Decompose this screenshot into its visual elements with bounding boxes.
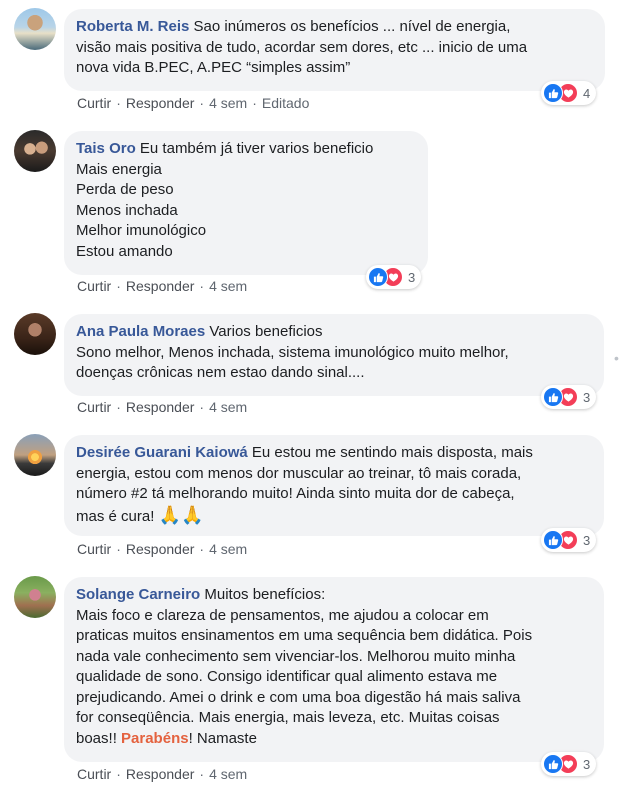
reply-link[interactable]: Responder bbox=[126, 766, 195, 782]
separator: · bbox=[199, 95, 205, 111]
comment-bubble: Solange Carneiro Muitos benefícios: Mais… bbox=[64, 577, 604, 762]
comment-actions: Curtir · Responder · 4 sem bbox=[77, 399, 247, 415]
separator: · bbox=[116, 399, 121, 415]
comment-actions: Curtir · Responder · 4 sem bbox=[77, 766, 247, 782]
reaction-summary[interactable]: 3 bbox=[541, 752, 597, 776]
reply-link[interactable]: Responder bbox=[126, 278, 195, 294]
like-link[interactable]: Curtir bbox=[77, 399, 111, 415]
comment-actions: Curtir · Responder · 4 sem bbox=[77, 278, 247, 294]
comment-text: Varios beneficios bbox=[205, 323, 323, 340]
comment-bubble: Roberta M. Reis Sao inúmeros os benefíci… bbox=[64, 9, 605, 91]
avatar[interactable] bbox=[14, 8, 56, 50]
folded-hands-emoji: 🙏🙏 bbox=[158, 504, 204, 525]
highlighted-word[interactable]: Parabéns bbox=[121, 730, 189, 747]
comment-author[interactable]: Roberta M. Reis bbox=[76, 18, 189, 35]
comment-text-line: mas é cura! bbox=[76, 507, 159, 525]
comment-actions: Curtir · Responder · 4 sem · Editado bbox=[77, 95, 309, 111]
comment-text-line: Mais energia bbox=[76, 160, 162, 178]
separator: · bbox=[116, 95, 121, 111]
edited-label[interactable]: Editado bbox=[262, 95, 309, 111]
comment-text-line: Perda de peso bbox=[76, 181, 174, 198]
reaction-summary[interactable]: 4 bbox=[541, 81, 597, 105]
comment-text: Eu também já tiver varios beneficio bbox=[135, 140, 374, 157]
comment-text-line: ! Namaste bbox=[188, 729, 257, 747]
like-icon bbox=[543, 83, 563, 103]
comment-text: Muitos benefícios: bbox=[200, 586, 326, 603]
separator: · bbox=[199, 541, 205, 557]
comment-text-line: Melhor imunológico bbox=[76, 222, 207, 239]
comment-author[interactable]: Solange Carneiro bbox=[76, 586, 200, 603]
comment-text-line: visão mais positiva de tudo, acordar sem… bbox=[76, 38, 528, 56]
reply-link[interactable]: Responder bbox=[126, 399, 195, 415]
comment-author[interactable]: Ana Paula Moraes bbox=[76, 323, 205, 340]
comment-text: Sao inúmeros os benefícios ... nível de … bbox=[189, 18, 511, 35]
comment-text-line: nova vida B.PEC, A.PEC “simples assim” bbox=[76, 59, 351, 76]
reaction-count: 3 bbox=[583, 389, 591, 405]
comment-text-line: Estou amando bbox=[76, 242, 173, 260]
separator: · bbox=[116, 541, 121, 557]
avatar[interactable] bbox=[14, 130, 56, 172]
comment-text-line: energia, estou com menos dor muscular ao… bbox=[76, 464, 522, 482]
reaction-summary[interactable]: 3 bbox=[366, 265, 422, 289]
avatar[interactable] bbox=[14, 434, 56, 476]
like-link[interactable]: Curtir bbox=[77, 766, 111, 782]
like-icon bbox=[543, 754, 563, 774]
more-options-icon[interactable]: • bbox=[614, 350, 619, 366]
comment-text-line: Mais foco e clareza de pensamentos, me a… bbox=[76, 606, 489, 624]
comment-text-line: doenças crônicas nem estao dando sinal..… bbox=[76, 364, 365, 381]
comment-text-line: Sono melhor, Menos inchada, sistema imun… bbox=[76, 343, 509, 361]
like-link[interactable]: Curtir bbox=[77, 541, 111, 557]
comment-author[interactable]: Tais Oro bbox=[76, 140, 136, 157]
comment-text-line: nada vale conhecimento sem vivenciar-los… bbox=[76, 647, 516, 665]
timestamp[interactable]: 4 sem bbox=[209, 95, 247, 111]
reply-link[interactable]: Responder bbox=[126, 95, 195, 111]
comment-bubble: Tais Oro Eu também já tiver varios benef… bbox=[64, 131, 428, 275]
comment-text-line: número #2 tá melhorando muito! Ainda sin… bbox=[76, 485, 515, 502]
like-link[interactable]: Curtir bbox=[77, 95, 111, 111]
separator: · bbox=[116, 278, 121, 294]
reply-link[interactable]: Responder bbox=[126, 541, 195, 557]
timestamp[interactable]: 4 sem bbox=[209, 541, 247, 557]
reaction-summary[interactable]: 3 bbox=[541, 385, 597, 409]
reaction-count: 3 bbox=[583, 532, 591, 548]
reaction-count: 3 bbox=[408, 269, 416, 285]
reaction-count: 3 bbox=[583, 756, 591, 772]
comment-text-line: Menos inchada bbox=[76, 201, 178, 219]
comment-text-line: boas!! bbox=[76, 729, 122, 747]
comment-actions: Curtir · Responder · 4 sem bbox=[77, 541, 247, 557]
comment-bubble: Ana Paula Moraes Varios beneficios Sono … bbox=[64, 314, 604, 396]
reaction-count: 4 bbox=[583, 85, 591, 101]
avatar[interactable] bbox=[14, 576, 56, 618]
like-icon bbox=[368, 267, 388, 287]
like-link[interactable]: Curtir bbox=[77, 278, 111, 294]
comment-text-line: prejudicando. Amei o drink e com uma boa… bbox=[76, 688, 521, 706]
comment-text-line: qualidade de sono. Consigo identificar q… bbox=[76, 668, 498, 685]
like-icon bbox=[543, 387, 563, 407]
separator: · bbox=[199, 278, 205, 294]
comment-bubble: Desirée Guarani Kaiowá Eu estou me senti… bbox=[64, 435, 604, 536]
avatar[interactable] bbox=[14, 313, 56, 355]
comment-text-line: for conseqüência. Mais energia, mais lev… bbox=[76, 709, 500, 726]
comment-text-line: praticas muitos ensinamentos em uma sequ… bbox=[76, 627, 533, 644]
separator: · bbox=[252, 95, 257, 111]
comment-text: Eu estou me sentindo mais disposta, mais bbox=[247, 444, 533, 461]
separator: · bbox=[199, 399, 205, 415]
timestamp[interactable]: 4 sem bbox=[209, 399, 247, 415]
comment-author[interactable]: Desirée Guarani Kaiowá bbox=[76, 444, 248, 461]
timestamp[interactable]: 4 sem bbox=[209, 766, 247, 782]
separator: · bbox=[199, 766, 205, 782]
separator: · bbox=[116, 766, 121, 782]
timestamp[interactable]: 4 sem bbox=[209, 278, 247, 294]
reaction-summary[interactable]: 3 bbox=[541, 528, 597, 552]
like-icon bbox=[543, 530, 563, 550]
